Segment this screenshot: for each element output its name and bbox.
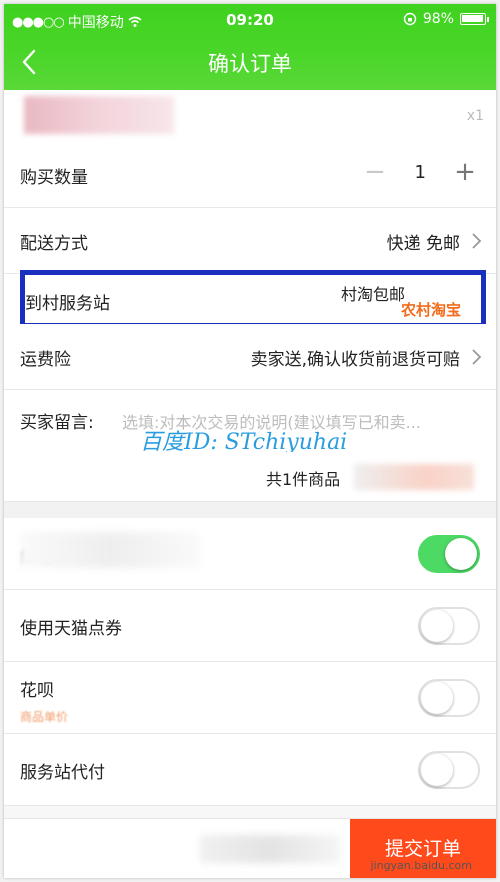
battery-fill <box>462 15 483 22</box>
toggle-knob <box>421 754 453 786</box>
insurance-value: 卖家送,确认收货前退货可赔 <box>250 350 460 370</box>
navigation-bar: 确认订单 <box>4 42 496 84</box>
rural-taobao-logo: 农村淘宝 <box>400 301 461 319</box>
toggle-knob <box>445 538 477 570</box>
quantity-label: 购买数量 <box>20 168 88 188</box>
toggle-row-station-pay: 服务站代付 <box>4 734 496 806</box>
page-title: 确认订单 <box>208 52 292 76</box>
item-count: 共1件商品 <box>266 470 341 489</box>
order-total-row: 共1件商品 <box>4 452 496 502</box>
product-qty-badge: x1 <box>466 108 484 124</box>
source-credit: jingyan.baidu.com <box>370 859 472 872</box>
chevron-right-icon <box>472 349 482 365</box>
price-total <box>354 464 474 490</box>
huabei-toggle[interactable] <box>418 679 480 717</box>
delivery-row[interactable]: 配送方式 快递 免邮 <box>4 208 496 274</box>
quantity-value: 1 <box>414 162 426 183</box>
battery-percent: 98% <box>422 11 454 27</box>
quantity-minus-button[interactable]: − <box>358 157 392 191</box>
insurance-label: 运费险 <box>20 350 71 370</box>
quantity-row: 购买数量 − 1 + <box>4 142 496 208</box>
tmall-points-toggle[interactable] <box>418 607 480 645</box>
toggle-knob <box>421 682 453 714</box>
bottom-bar: 提交订单 jingyan.baidu.com <box>4 818 496 878</box>
huabei-label: 花呗 <box>20 681 54 701</box>
lock-rotation-icon <box>403 12 417 26</box>
status-right: 98% <box>403 11 489 27</box>
red-packet-toggle[interactable] <box>418 535 480 573</box>
product-image <box>24 96 174 134</box>
station-pay-label: 服务站代付 <box>20 763 105 783</box>
chevron-right-icon <box>472 233 482 249</box>
app-screen: ●●●○○ 中国移动 09:20 98% 确认订单 x1 购买数量 − 1 + … <box>4 4 496 878</box>
buyer-message-label: 买家留言: <box>20 413 94 433</box>
station-pay-toggle[interactable] <box>418 751 480 789</box>
station-label: 到村服务站 <box>25 294 110 314</box>
battery-icon <box>460 13 489 25</box>
huabei-subtext: 商品单价 <box>20 710 69 724</box>
station-highlight-box[interactable]: 到村服务站 村淘包邮 农村淘宝 <box>20 270 486 328</box>
total-price-display <box>200 835 340 863</box>
delivery-label: 配送方式 <box>20 234 88 254</box>
status-bar: ●●●○○ 中国移动 09:20 98% <box>4 10 496 32</box>
toggle-row-huabei: 花呗 商品单价 <box>4 662 496 734</box>
delivery-value: 快递 免邮 <box>386 234 460 254</box>
tmall-points-label: 使用天猫点券 <box>20 619 122 639</box>
station-value: 村淘包邮 <box>340 285 405 304</box>
insurance-row[interactable]: 运费险 卖家送,确认收货前退货可赔 <box>4 324 496 390</box>
toggle-row-tmall-points: 使用天猫点券 <box>4 590 496 662</box>
toggle-row-red-packet: 红包 <box>4 518 496 590</box>
quantity-plus-button[interactable]: + <box>448 157 482 191</box>
section-gap <box>4 502 496 518</box>
header: ●●●○○ 中国移动 09:20 98% 确认订单 <box>4 4 496 90</box>
red-packet-detail <box>20 532 200 568</box>
toggle-knob <box>421 610 453 642</box>
